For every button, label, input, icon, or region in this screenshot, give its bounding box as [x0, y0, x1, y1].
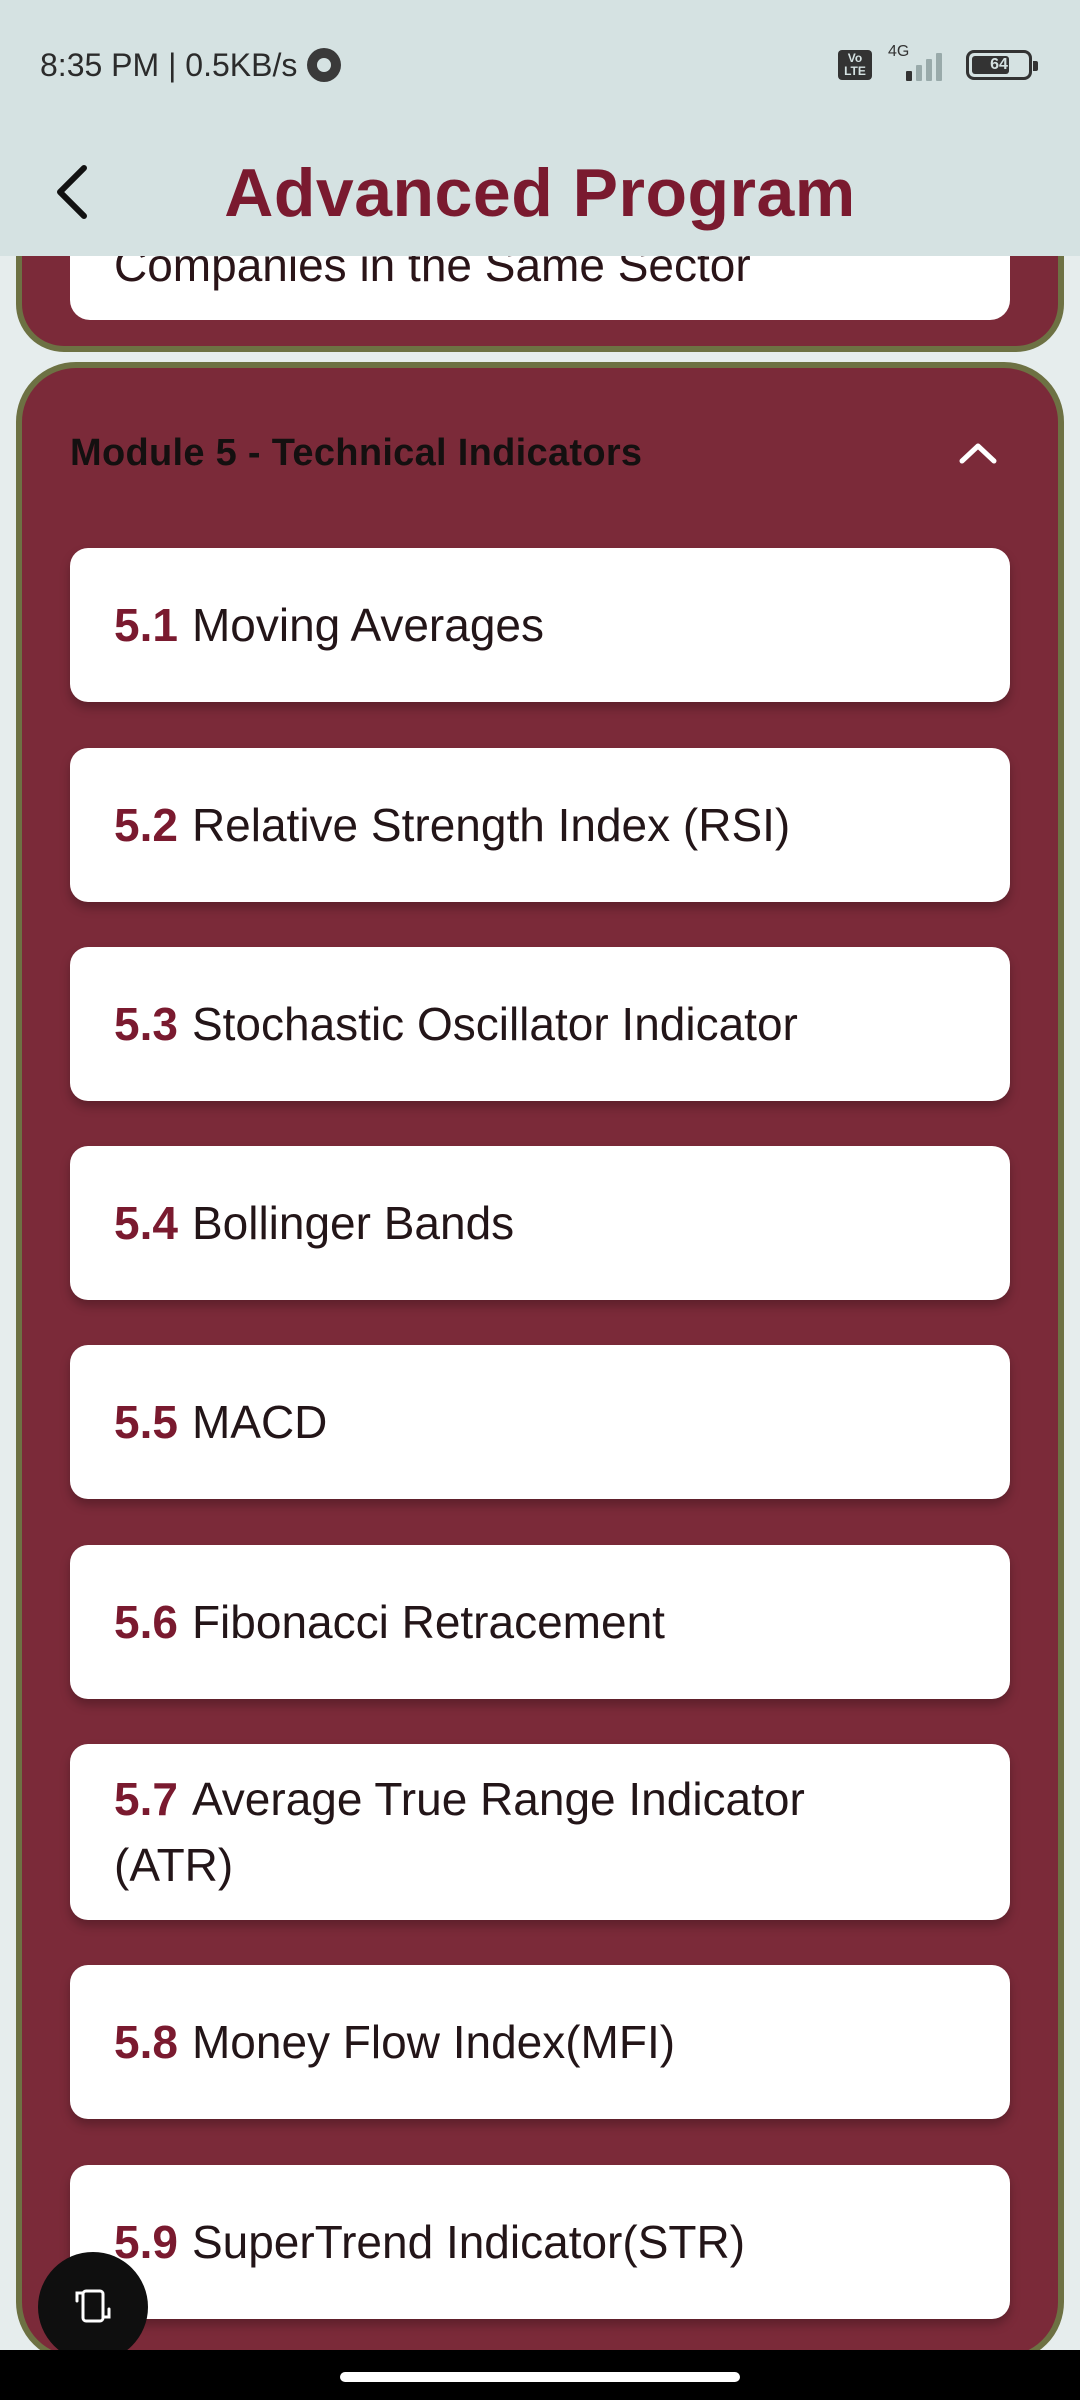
- lesson-number: 5.6: [114, 1596, 178, 1648]
- battery-level: 64: [990, 56, 1008, 73]
- chevron-left-icon[interactable]: [32, 152, 112, 232]
- volte-icon: Vo LTE: [838, 50, 872, 80]
- battery-icon: 64: [966, 50, 1038, 80]
- lesson-item-5-7[interactable]: 5.7 Average True Range Indicator (ATR): [70, 1744, 1010, 1920]
- lesson-item-5-3[interactable]: 5.3 Stochastic Oscillator Indicator: [70, 947, 1010, 1101]
- home-indicator[interactable]: [340, 2372, 740, 2382]
- lesson-label: Stochastic Oscillator Indicator: [191, 998, 798, 1050]
- lesson-number: 5.2: [114, 799, 178, 851]
- lesson-label: MACD: [191, 1396, 328, 1448]
- signal-icon: 4G: [884, 43, 954, 85]
- module-title: Module 5 - Technical Indicators: [70, 431, 643, 474]
- lesson-number: 5.9: [114, 2216, 178, 2268]
- lesson-label: SuperTrend Indicator(STR): [191, 2216, 746, 2268]
- gesture-bar: [0, 2350, 1080, 2400]
- chevron-up-icon[interactable]: [938, 413, 1018, 493]
- lesson-item-5-2[interactable]: 5.2 Relative Strength Index (RSI): [70, 748, 1010, 902]
- lesson-item-5-6[interactable]: 5.6 Fibonacci Retracement: [70, 1545, 1010, 1699]
- lesson-item-5-5[interactable]: 5.5 MACD: [70, 1345, 1010, 1499]
- lesson-label: Relative Strength Index (RSI): [191, 799, 791, 851]
- lesson-label: Bollinger Bands: [191, 1197, 515, 1249]
- screen-rotate-icon: [69, 2281, 117, 2334]
- lesson-number: 5.5: [114, 1396, 178, 1448]
- lesson-number: 5.7: [114, 1773, 178, 1825]
- lesson-number: 5.1: [114, 599, 178, 651]
- lesson-item-5-9[interactable]: 5.9 SuperTrend Indicator(STR): [70, 2165, 1010, 2319]
- lesson-item-5-8[interactable]: 5.8 Money Flow Index(MFI): [70, 1965, 1010, 2119]
- app-header: 8:35 PM | 0.5KB/s Vo LTE 4G 64 Advanced …: [0, 0, 1080, 256]
- lesson-number: 5.8: [114, 2016, 178, 2068]
- lesson-number: 5.3: [114, 998, 178, 1050]
- lesson-label: Moving Averages: [191, 599, 544, 651]
- lesson-label: Average True Range Indicator (ATR): [114, 1773, 805, 1891]
- lesson-label: Money Flow Index(MFI): [191, 2016, 676, 2068]
- lesson-label: Fibonacci Retracement: [191, 1596, 665, 1648]
- screen: Companies in the Same Sector Module 5 - …: [0, 0, 1080, 2400]
- status-bar: 8:35 PM | 0.5KB/s Vo LTE 4G 64: [0, 0, 1080, 130]
- lesson-number: 5.4: [114, 1197, 178, 1249]
- module-header[interactable]: Module 5 - Technical Indicators: [22, 368, 1058, 538]
- status-time-speed: 8:35 PM | 0.5KB/s: [40, 46, 298, 83]
- page-title: Advanced Program: [224, 155, 856, 231]
- lesson-item-5-1[interactable]: 5.1 Moving Averages: [70, 548, 1010, 702]
- chrome-icon: [307, 48, 342, 82]
- screen-rotate-button[interactable]: [38, 2252, 148, 2362]
- title-bar: Advanced Program: [0, 130, 1080, 256]
- lesson-item-5-4[interactable]: 5.4 Bollinger Bands: [70, 1146, 1010, 1300]
